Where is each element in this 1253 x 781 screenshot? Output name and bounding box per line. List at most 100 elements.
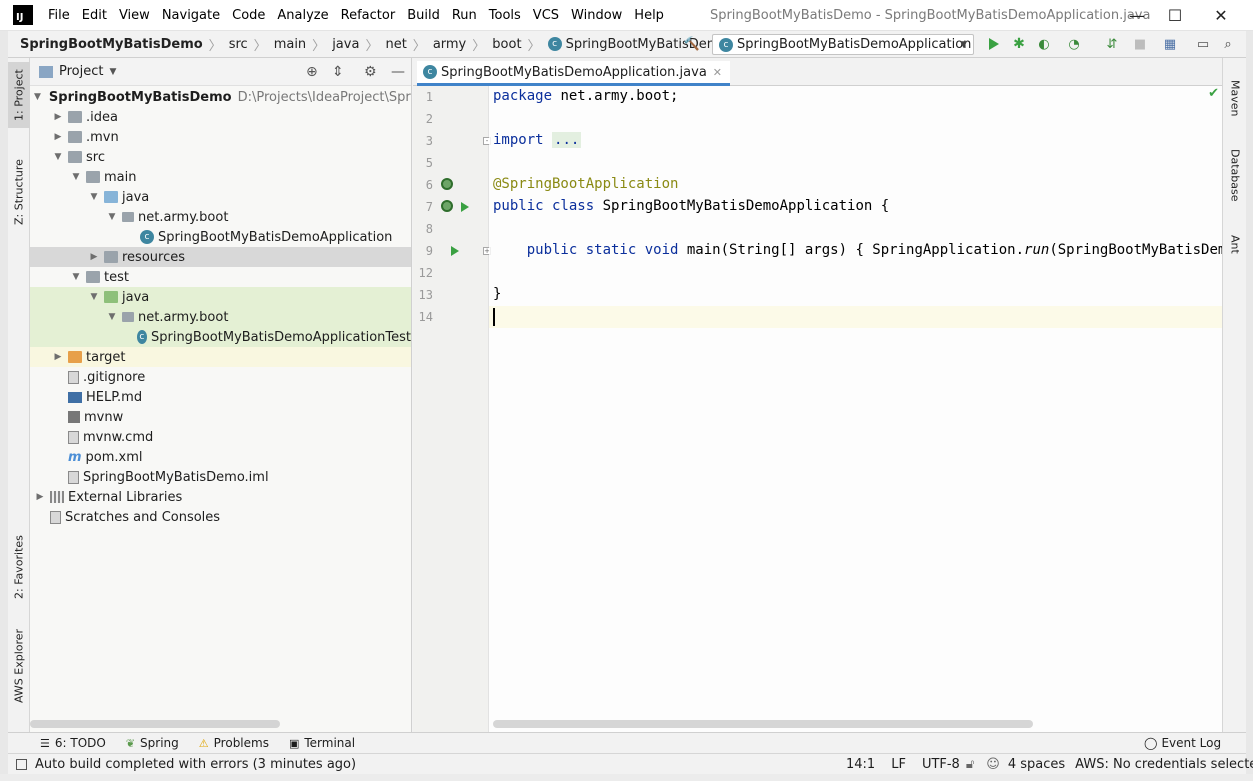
menu-refactor[interactable]: Refactor: [335, 8, 402, 23]
inspector-icon[interactable]: ☺: [986, 757, 1000, 772]
code-line[interactable]: }: [493, 286, 501, 302]
tool-button-spring[interactable]: ❦ Spring: [126, 736, 179, 750]
collapsed-arrow-icon[interactable]: ▶: [52, 352, 64, 362]
expanded-arrow-icon[interactable]: ▼: [88, 192, 100, 202]
breadcrumb-item[interactable]: java: [328, 37, 362, 52]
tree-item[interactable]: ▶ .mvn: [30, 127, 411, 147]
indent-setting[interactable]: 4 spaces: [1008, 757, 1065, 772]
tree-item[interactable]: .gitignore: [30, 367, 411, 387]
menu-vcs[interactable]: VCS: [527, 8, 565, 23]
locate-target-icon[interactable]: ⊕: [306, 64, 318, 80]
expanded-arrow-icon[interactable]: ▼: [70, 272, 82, 282]
tree-item[interactable]: HELP.md: [30, 387, 411, 407]
presentation-mode-icon[interactable]: ▭: [1195, 36, 1211, 52]
tab-maven[interactable]: Maven: [1223, 68, 1247, 128]
maximize-button[interactable]: ☐: [1152, 0, 1198, 31]
lock-icon[interactable]: 🔓︎: [966, 757, 974, 772]
horizontal-scrollbar[interactable]: [30, 720, 280, 728]
project-structure-icon[interactable]: ▦: [1162, 36, 1178, 52]
tab-project[interactable]: 1: Project: [8, 62, 30, 128]
folded-imports[interactable]: ...: [552, 132, 582, 148]
hide-panel-icon[interactable]: —: [391, 64, 405, 80]
debug-bug-icon[interactable]: ✱: [1011, 36, 1027, 52]
tree-item[interactable]: mvnw.cmd: [30, 427, 411, 447]
file-encoding[interactable]: UTF-8: [922, 757, 960, 772]
build-hammer-icon[interactable]: 🔨: [684, 36, 700, 52]
tree-item[interactable]: c SpringBootMyBatisDemoApplication: [30, 227, 411, 247]
line-separator[interactable]: LF: [891, 757, 906, 772]
gear-icon[interactable]: ⚙: [364, 64, 377, 80]
tool-button-terminal[interactable]: ▣ Terminal: [289, 736, 355, 750]
collapsed-arrow-icon[interactable]: ▶: [52, 132, 64, 142]
collapsed-arrow-icon[interactable]: ▶: [52, 112, 64, 122]
breadcrumb-item[interactable]: boot: [488, 37, 524, 52]
collapse-all-icon[interactable]: ⇕: [332, 64, 344, 80]
tree-item[interactable]: Scratches and Consoles: [30, 507, 411, 527]
tree-item[interactable]: mvnw: [30, 407, 411, 427]
tab-aws-explorer[interactable]: AWS Explorer: [8, 624, 30, 708]
profile-icon[interactable]: ◔: [1066, 36, 1082, 52]
expanded-arrow-icon[interactable]: ▼: [88, 292, 100, 302]
expanded-arrow-icon[interactable]: ▼: [70, 172, 82, 182]
menu-edit[interactable]: Edit: [76, 8, 113, 23]
tree-item[interactable]: ▼ src: [30, 147, 411, 167]
code-line[interactable]: public static void main(String[] args) {…: [493, 242, 1222, 258]
spring-bean-icon[interactable]: [441, 178, 453, 190]
tree-item[interactable]: ▼ net.army.boot: [30, 307, 411, 327]
inspection-ok-check-icon[interactable]: ✔: [1208, 86, 1219, 101]
code-line[interactable]: public class SpringBootMyBatisDemoApplic…: [493, 198, 889, 214]
close-tab-icon[interactable]: ✕: [713, 66, 722, 79]
code-line[interactable]: import ...: [493, 132, 582, 148]
project-view-select[interactable]: Project: [59, 64, 103, 79]
stop-icon[interactable]: ■: [1132, 36, 1148, 52]
expanded-arrow-icon[interactable]: ▼: [106, 312, 118, 322]
tab-favorites[interactable]: 2: Favorites: [8, 526, 30, 608]
spring-bean-icon[interactable]: [441, 200, 453, 212]
attach-debugger-icon[interactable]: ⇵: [1104, 36, 1120, 52]
run-icon[interactable]: [986, 36, 1002, 52]
event-log-button[interactable]: ◯ Event Log: [1144, 736, 1221, 750]
run-gutter-icon[interactable]: [451, 246, 459, 256]
status-message[interactable]: Auto build completed with errors (3 minu…: [35, 757, 356, 772]
expanded-arrow-icon[interactable]: ▼: [106, 212, 118, 222]
search-icon[interactable]: ⌕: [1220, 36, 1236, 52]
tab-springbootmybatisdemoapplication-java[interactable]: c SpringBootMyBatisDemoApplication.java …: [417, 61, 731, 86]
close-button[interactable]: ✕: [1198, 0, 1244, 31]
tree-item[interactable]: ▶ External Libraries: [30, 487, 411, 507]
menu-tools[interactable]: Tools: [483, 8, 527, 23]
tool-button-6-todo[interactable]: ☰ 6: TODO: [40, 736, 106, 750]
tree-item[interactable]: SpringBootMyBatisDemo.iml: [30, 467, 411, 487]
breadcrumb-item[interactable]: net: [381, 37, 409, 52]
menu-analyze[interactable]: Analyze: [271, 8, 334, 23]
menu-run[interactable]: Run: [446, 8, 483, 23]
coverage-icon[interactable]: ◐: [1036, 36, 1052, 52]
code-editor[interactable]: package net.army.boot; import ... @SpringB…: [489, 86, 1222, 732]
tab-ant[interactable]: Ant: [1223, 224, 1247, 264]
tree-item[interactable]: ▼ test: [30, 267, 411, 287]
run-gutter-icon[interactable]: [461, 202, 469, 212]
tree-item[interactable]: ▶ resources: [30, 247, 411, 267]
menu-help[interactable]: Help: [628, 8, 670, 23]
expanded-arrow-icon[interactable]: ▼: [34, 92, 41, 102]
menu-code[interactable]: Code: [226, 8, 271, 23]
tree-item[interactable]: ▼ java: [30, 187, 411, 207]
tree-item[interactable]: ▶ target: [30, 347, 411, 367]
breadcrumb-item[interactable]: SpringBootMyBatisDemo: [8, 37, 206, 52]
code-line[interactable]: package net.army.boot;: [493, 88, 678, 104]
aws-credentials-status[interactable]: AWS: No credentials selected: [1075, 757, 1253, 772]
menu-navigate[interactable]: Navigate: [156, 8, 226, 23]
caret-position[interactable]: 14:1: [846, 757, 875, 772]
menu-file[interactable]: File: [42, 8, 76, 23]
chevron-down-icon[interactable]: ▼: [109, 67, 116, 77]
tree-item[interactable]: ▶ .idea: [30, 107, 411, 127]
tree-item[interactable]: ▼ net.army.boot: [30, 207, 411, 227]
horizontal-scrollbar[interactable]: [493, 720, 1033, 728]
tree-item[interactable]: ▼ main: [30, 167, 411, 187]
menu-view[interactable]: View: [113, 8, 156, 23]
breadcrumb-item[interactable]: main: [270, 37, 309, 52]
tree-item[interactable]: ▼ java: [30, 287, 411, 307]
run-configuration-select[interactable]: c SpringBootMyBatisDemoApplication ▼: [712, 34, 974, 55]
menu-build[interactable]: Build: [401, 8, 446, 23]
expanded-arrow-icon[interactable]: ▼: [52, 152, 64, 162]
tree-item[interactable]: ▼ SpringBootMyBatisDemo D:\Projects\IdeaPr…: [30, 87, 411, 107]
